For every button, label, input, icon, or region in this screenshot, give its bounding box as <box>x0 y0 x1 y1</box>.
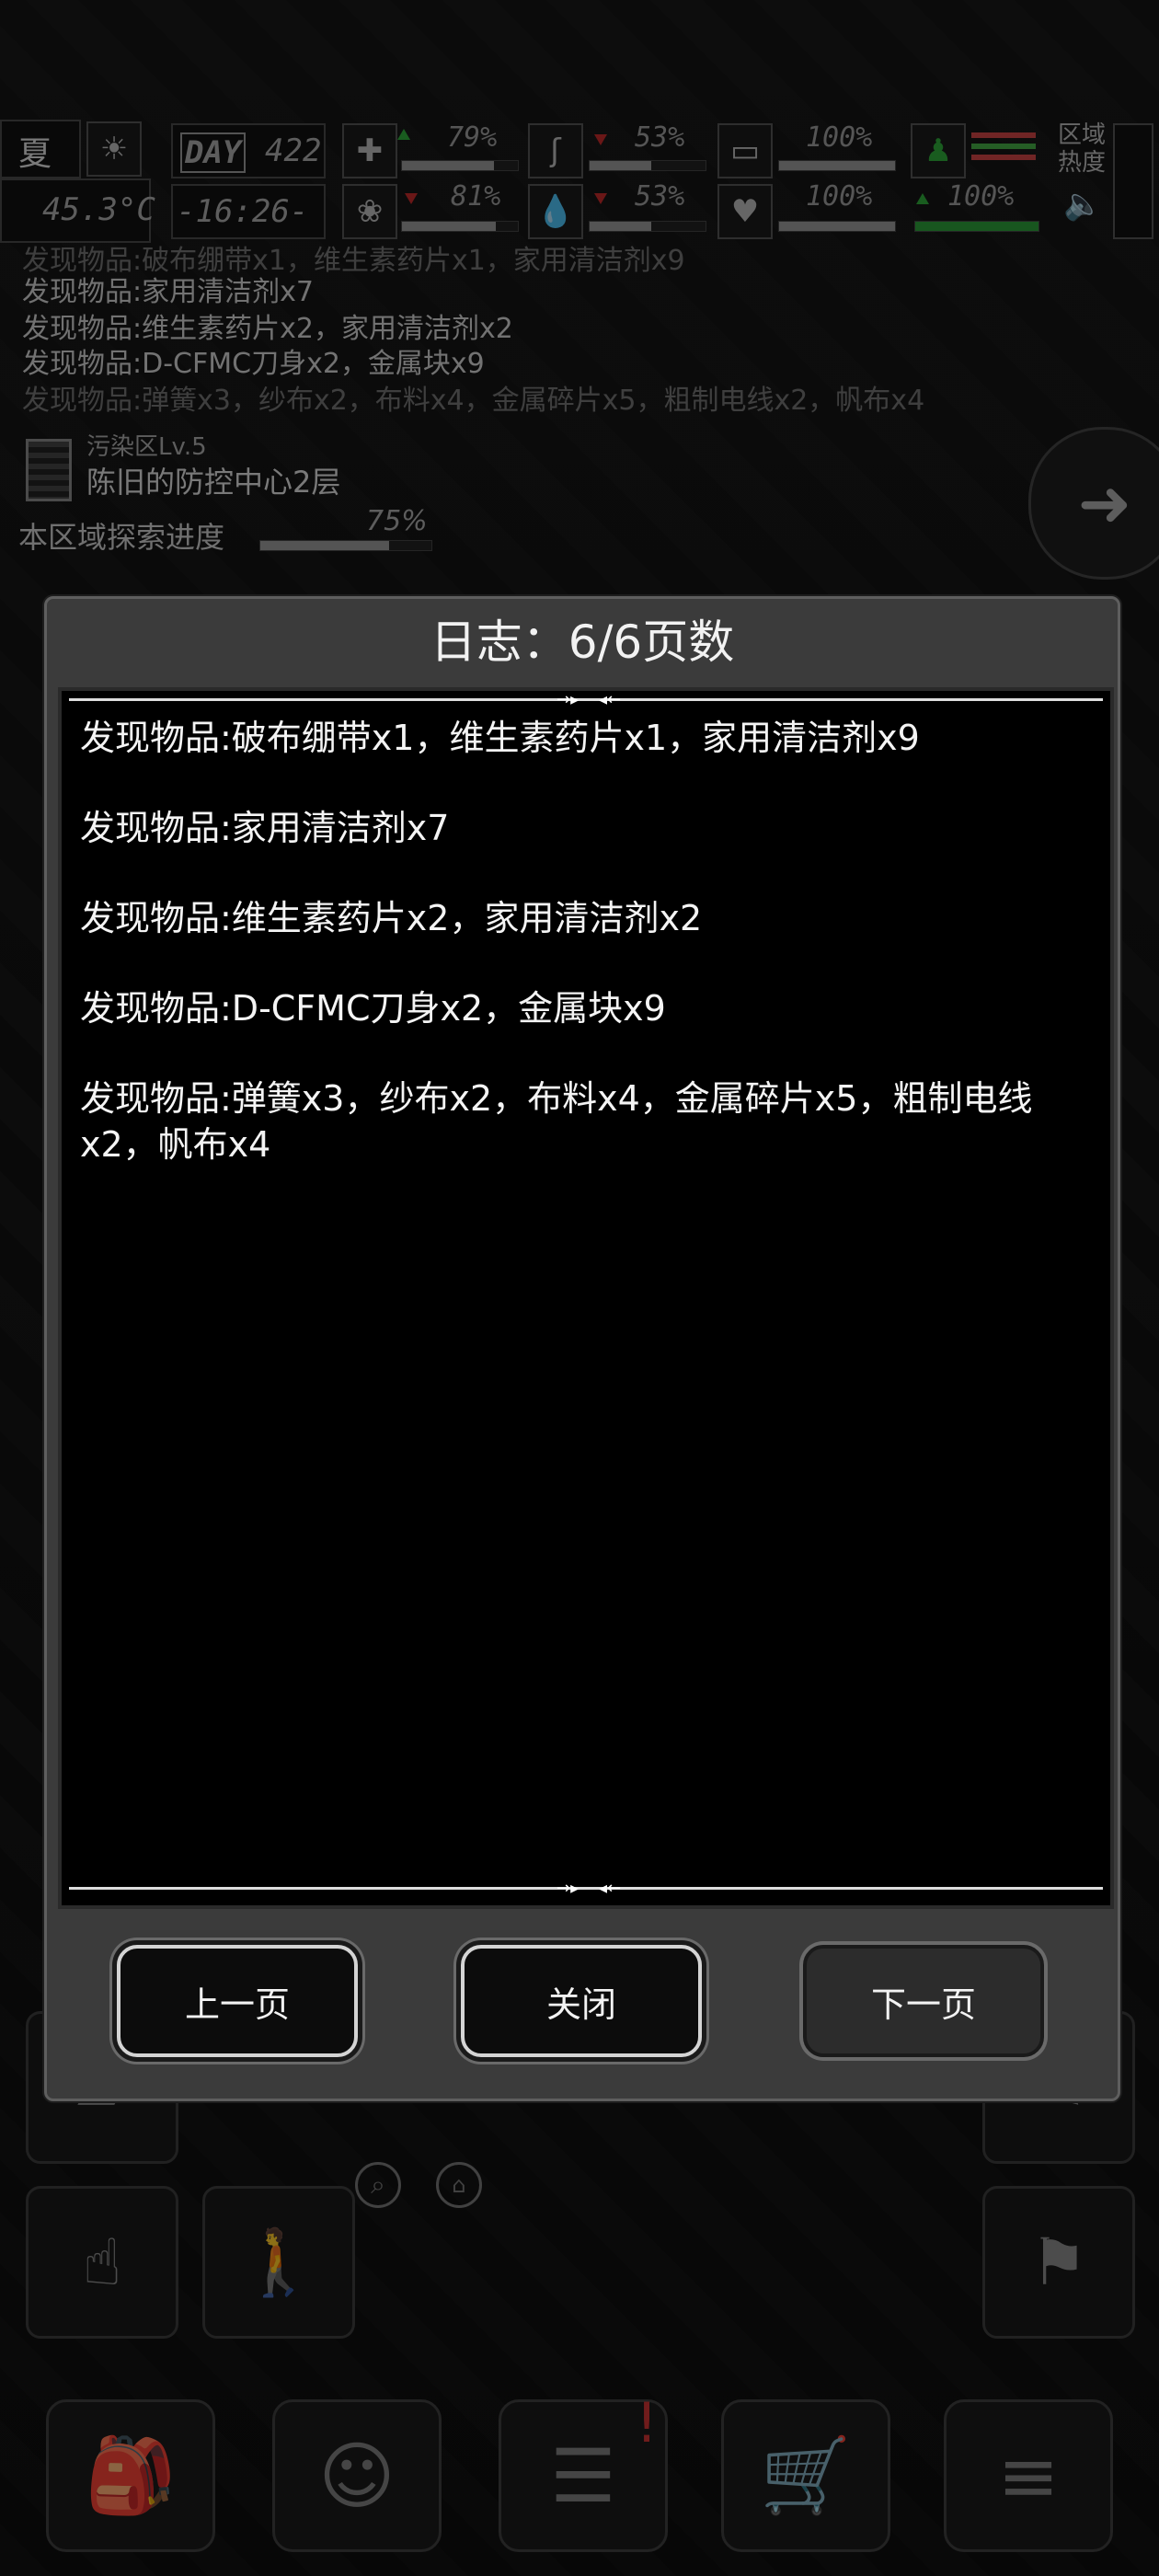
log-entry: 发现物品:维生素药片x2，家用清洁剂x2 <box>80 898 703 938</box>
divider-arrow-icon: ◂← <box>599 1879 622 1898</box>
prev-page-button[interactable]: 上一页 <box>117 1945 358 2057</box>
top-divider: →▸ ◂← <box>69 690 1103 709</box>
bottom-divider: →▸ ◂← <box>69 1879 1103 1898</box>
close-button[interactable]: 关闭 <box>461 1945 702 2057</box>
log-entries: 发现物品:破布绷带x1，维生素药片x1，家用清洁剂x9 发现物品:家用清洁剂x7… <box>80 715 1101 1212</box>
log-content-area[interactable]: →▸ ◂← 发现物品:破布绷带x1，维生素药片x1，家用清洁剂x9 发现物品:家… <box>58 687 1114 1909</box>
divider-arrow-icon: →▸ <box>557 1879 580 1898</box>
divider-arrow-icon: ◂← <box>599 690 622 709</box>
divider-arrow-icon: →▸ <box>557 690 580 709</box>
log-entry: 发现物品:弹簧x3，纱布x2，布料x4，金属碎片x5，粗制电线x2，帆布x4 <box>80 1078 1033 1165</box>
log-entry: 发现物品:家用清洁剂x7 <box>80 808 450 848</box>
log-dialog: 日志：6/6页数 →▸ ◂← 发现物品:破布绷带x1，维生素药片x1，家用清洁剂… <box>44 596 1120 2101</box>
log-dialog-title: 日志：6/6页数 <box>430 615 735 669</box>
log-entry: 发现物品:破布绷带x1，维生素药片x1，家用清洁剂x9 <box>80 718 920 758</box>
log-entry: 发现物品:D-CFMC刀身x2，金属块x9 <box>80 988 666 1029</box>
next-page-button[interactable]: 下一页 <box>803 1945 1044 2057</box>
